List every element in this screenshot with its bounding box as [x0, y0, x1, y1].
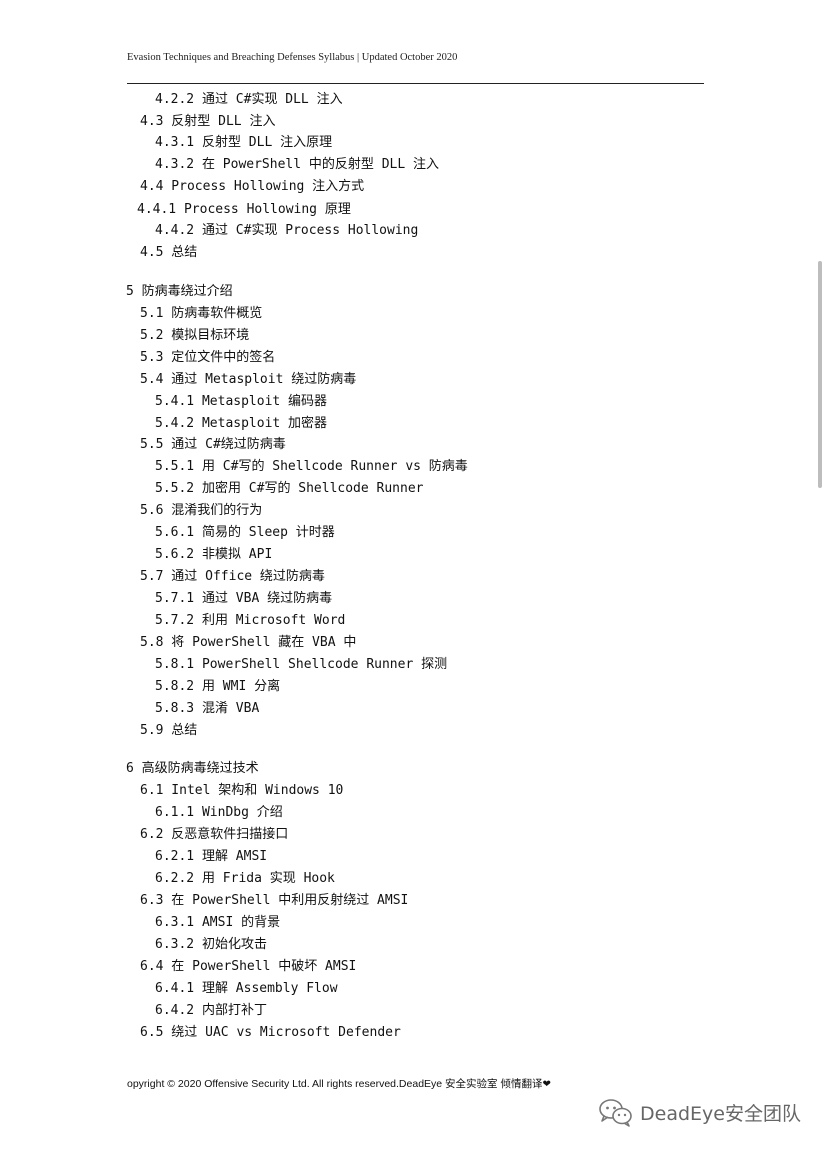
toc-entry[interactable]: 5.7.1 通过 VBA 绕过防病毒	[155, 591, 332, 607]
toc-entry[interactable]: 5.2 模拟目标环境	[140, 328, 249, 344]
toc-entry[interactable]: 6.1.1 WinDbg 介绍	[155, 805, 283, 821]
heart-icon: ❤	[542, 1079, 551, 1090]
toc-entry[interactable]: 4.5 总结	[140, 245, 197, 261]
page-header: Evasion Techniques and Breaching Defense…	[127, 52, 458, 63]
header-rule	[127, 83, 704, 84]
toc-chapter[interactable]: 5 防病毒绕过介绍	[126, 284, 233, 300]
toc-entry[interactable]: 5.8 将 PowerShell 藏在 VBA 中	[140, 635, 356, 651]
toc-entry[interactable]: 5.4 通过 Metasploit 绕过防病毒	[140, 372, 356, 388]
watermark-text: DeadEye安全团队	[640, 1102, 801, 1125]
toc-entry[interactable]: 4.4 Process Hollowing 注入方式	[140, 179, 364, 195]
toc-entry[interactable]: 5.8.3 混淆 VBA	[155, 701, 259, 717]
toc-entry[interactable]: 5.6 混淆我们的行为	[140, 503, 262, 519]
toc-entry[interactable]: 5.6.1 简易的 Sleep 计时器	[155, 525, 335, 541]
toc-entry[interactable]: 6.4.2 内部打补丁	[155, 1003, 267, 1019]
toc-entry[interactable]: 6.2.1 理解 AMSI	[155, 849, 267, 865]
toc-entry[interactable]: 5.8.2 用 WMI 分离	[155, 679, 280, 695]
toc-entry[interactable]: 6.2 反恶意软件扫描接口	[140, 827, 288, 843]
toc-entry[interactable]: 6.3.2 初始化攻击	[155, 937, 267, 953]
toc-entry[interactable]: 6.4.1 理解 Assembly Flow	[155, 981, 338, 997]
copyright-text: opyright © 2020 Offensive Security Ltd. …	[127, 1078, 543, 1090]
wechat-icon	[599, 1099, 632, 1127]
toc-entry[interactable]: 6.4 在 PowerShell 中破坏 AMSI	[140, 959, 356, 975]
toc-entry[interactable]: 5.5.2 加密用 C#写的 Shellcode Runner	[155, 481, 424, 497]
watermark: DeadEye安全团队	[598, 1097, 801, 1127]
page-footer: opyright © 2020 Offensive Security Ltd. …	[127, 1076, 551, 1091]
toc-entry[interactable]: 4.3.1 反射型 DLL 注入原理	[155, 135, 332, 151]
toc-entry[interactable]: 5.6.2 非模拟 API	[155, 547, 272, 563]
toc-entry[interactable]: 6.5 绕过 UAC vs Microsoft Defender	[140, 1025, 401, 1041]
toc-entry[interactable]: 4.4.2 通过 C#实现 Process Hollowing	[155, 223, 418, 239]
toc-entry[interactable]: 5.4.1 Metasploit 编码器	[155, 394, 327, 410]
toc-entry[interactable]: 4.2.2 通过 C#实现 DLL 注入	[155, 92, 343, 108]
toc-entry[interactable]: 6.2.2 用 Frida 实现 Hook	[155, 871, 335, 887]
toc-entry[interactable]: 4.3 反射型 DLL 注入	[140, 114, 275, 130]
document-page: Evasion Techniques and Breaching Defense…	[0, 0, 828, 1149]
toc-entry[interactable]: 5.9 总结	[140, 723, 197, 739]
toc-entry[interactable]: 5.7 通过 Office 绕过防病毒	[140, 569, 325, 585]
toc-entry[interactable]: 5.3 定位文件中的签名	[140, 350, 275, 366]
toc-entry[interactable]: 4.3.2 在 PowerShell 中的反射型 DLL 注入	[155, 157, 439, 173]
toc-entry[interactable]: 6.3 在 PowerShell 中利用反射绕过 AMSI	[140, 893, 408, 909]
toc-entry[interactable]: 4.4.1 Process Hollowing 原理	[137, 202, 351, 218]
toc-entry[interactable]: 5.5 通过 C#绕过防病毒	[140, 437, 286, 453]
toc-entry[interactable]: 5.4.2 Metasploit 加密器	[155, 416, 327, 432]
scrollbar-thumb[interactable]	[818, 261, 822, 488]
toc-chapter[interactable]: 6 高级防病毒绕过技术	[126, 761, 259, 777]
toc-entry[interactable]: 5.1 防病毒软件概览	[140, 306, 262, 322]
toc-entry[interactable]: 5.7.2 利用 Microsoft Word	[155, 613, 345, 629]
toc-entry[interactable]: 6.1 Intel 架构和 Windows 10	[140, 783, 343, 799]
toc-entry[interactable]: 5.5.1 用 C#写的 Shellcode Runner vs 防病毒	[155, 459, 468, 475]
toc-entry[interactable]: 6.3.1 AMSI 的背景	[155, 915, 280, 931]
toc-entry[interactable]: 5.8.1 PowerShell Shellcode Runner 探测	[155, 657, 447, 673]
